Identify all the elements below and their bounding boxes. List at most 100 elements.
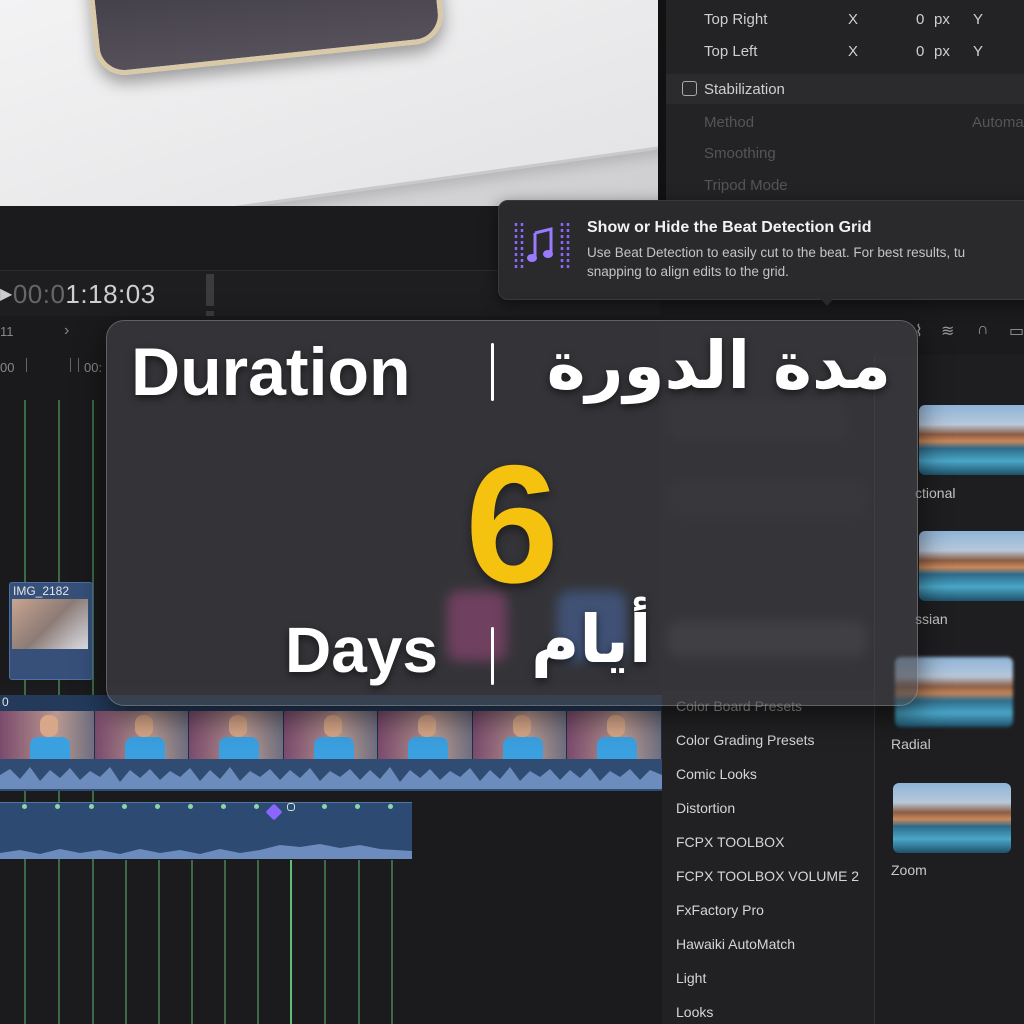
ruler-tick-label: 00:	[84, 360, 103, 375]
grid-line	[92, 860, 94, 1024]
clip-name: IMG_2182	[13, 584, 70, 598]
grid-line	[191, 860, 193, 1024]
tripod-label: Tripod Mode	[704, 177, 788, 194]
tooltip-title: Show or Hide the Beat Detection Grid	[587, 219, 872, 236]
unit-label: px	[934, 43, 950, 60]
stabilization-label: Stabilization	[704, 81, 785, 98]
timeline-toolbar-icons: ⌇ ≋ ∩ ▭	[905, 318, 1024, 344]
x-value-field[interactable]: 0	[916, 11, 924, 28]
beat-grid-marker	[122, 804, 127, 809]
beat-grid-marker	[388, 804, 393, 809]
effects-category-list: Color Board Presets Color Grading Preset…	[662, 690, 874, 1024]
smoothing-label: Smoothing	[704, 145, 776, 162]
beat-grid-marker	[155, 804, 160, 809]
clip-img-2182[interactable]: IMG_2182	[9, 582, 93, 680]
unit-label-en: Days	[285, 614, 438, 686]
category-item[interactable]: FxFactory Pro	[676, 902, 764, 918]
grid-line	[324, 860, 326, 1024]
waveform-icon[interactable]: ≋	[941, 321, 954, 341]
filmstrip-frame	[0, 711, 95, 759]
clip-thumbnail	[12, 599, 88, 649]
filmstrip-frame	[283, 711, 379, 759]
y-axis-label: Y	[973, 11, 984, 28]
x-axis-label: X	[848, 11, 859, 28]
timecode-dim: 00:0	[12, 279, 66, 309]
inspector-panel: Top Right X 0 px Y Top Left X 0 px Y Sta…	[658, 0, 1024, 206]
audio-waveform	[0, 844, 412, 859]
playhead-line	[290, 860, 292, 1024]
tooltip-line: Use Beat Detection to easily cut to the …	[587, 245, 966, 260]
pause-icon[interactable]	[206, 274, 232, 343]
tooltip-pointer	[818, 296, 836, 306]
beat-grid-marker	[188, 804, 193, 809]
effect-label: Zoom	[891, 862, 927, 878]
effect-thumb-zoom[interactable]	[893, 783, 1011, 853]
effect-thumb-directional[interactable]	[919, 405, 1024, 475]
beat-grid-marker	[89, 804, 94, 809]
clip-index: 0	[2, 695, 9, 709]
course-duration-card: Duration مدة الدورة 6 Days أيام	[106, 320, 918, 706]
filmstrip-frame	[472, 711, 568, 759]
headphones-icon[interactable]: ∩	[977, 321, 989, 339]
method-row: Method Automat	[666, 107, 1024, 137]
chevron-right-icon[interactable]: ›	[64, 322, 69, 340]
category-item[interactable]: Looks	[676, 1004, 713, 1020]
grid-line	[358, 860, 360, 1024]
ruler-index: 11	[0, 324, 14, 339]
row-label: Top Left	[704, 43, 758, 60]
toggle-icon[interactable]: ▭	[1009, 321, 1024, 341]
filmstrip-frame	[378, 711, 473, 759]
beat-grid-marker	[221, 804, 226, 809]
grid-line	[24, 860, 26, 1024]
tooltip-line: snapping to align edits to the grid.	[587, 264, 789, 279]
audio-waveform	[0, 767, 662, 789]
category-item[interactable]: Hawaiki AutoMatch	[676, 936, 795, 952]
smoothing-row: Smoothing	[666, 138, 1024, 168]
category-item[interactable]: FCPX TOOLBOX	[676, 834, 784, 850]
grid-line	[58, 860, 60, 1024]
filmstrip-frame	[189, 711, 284, 759]
grid-line	[257, 860, 259, 1024]
tooltip-body: Use Beat Detection to easily cut to the …	[587, 243, 1024, 281]
x-value-field[interactable]: 0	[916, 43, 924, 60]
grid-line	[158, 860, 160, 1024]
stabilization-checkbox[interactable]	[682, 81, 697, 96]
filmstrip-frame	[94, 711, 190, 759]
beat-grid-marker	[322, 804, 327, 809]
connected-audio-clip[interactable]	[0, 802, 412, 859]
category-item[interactable]: Color Grading Presets	[676, 732, 815, 748]
title-divider	[491, 343, 494, 401]
y-axis-label: Y	[973, 43, 984, 60]
effect-label: ctional	[915, 485, 956, 501]
category-item[interactable]: Comic Looks	[676, 766, 757, 782]
stabilization-row[interactable]: Stabilization	[666, 74, 1024, 104]
beat-grid-marker	[254, 804, 259, 809]
timecode-display: ▶00:01:18:03	[0, 279, 156, 310]
beat-grid-marker	[355, 804, 360, 809]
x-axis-label: X	[848, 43, 859, 60]
duration-label-ar: مدة الدورة	[546, 327, 891, 404]
play-indicator-icon: ▶	[0, 286, 13, 303]
category-item[interactable]: FCPX TOOLBOX VOLUME 2	[676, 868, 859, 884]
viewer-preview	[0, 0, 658, 206]
method-value: Automat	[972, 114, 1024, 131]
effect-thumb-gaussian[interactable]	[919, 531, 1024, 601]
beat-grid-marker-selected	[287, 803, 295, 811]
grid-line	[125, 860, 127, 1024]
unit-label-ar: أيام	[531, 601, 652, 678]
effect-label: ssian	[915, 611, 948, 627]
category-item[interactable]: Distortion	[676, 800, 735, 816]
effect-label: Radial	[891, 736, 931, 752]
grid-line	[391, 860, 393, 1024]
category-item[interactable]: Light	[676, 970, 706, 986]
beat-detection-icon	[514, 223, 570, 269]
tripod-row: Tripod Mode	[666, 170, 1024, 200]
row-label: Top Right	[704, 11, 768, 28]
beat-grid-marker	[55, 804, 60, 809]
primary-storyline-clip[interactable]: 0	[0, 695, 663, 791]
inspector-row-top-left: Top Left X 0 px Y	[666, 36, 1024, 66]
beat-detection-tooltip: Show or Hide the Beat Detection Grid Use…	[498, 200, 1024, 300]
timecode-value: 1:18:03	[65, 279, 156, 309]
inspector-row-top-right: Top Right X 0 px Y	[666, 4, 1024, 34]
duration-label-en: Duration	[131, 334, 411, 410]
